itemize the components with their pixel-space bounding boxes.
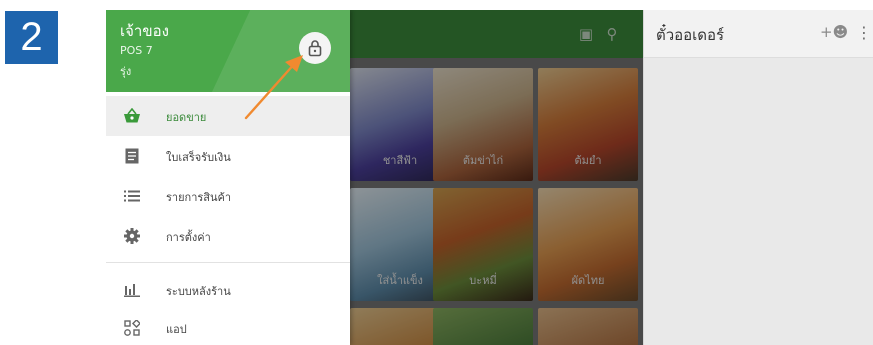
basket-icon bbox=[122, 106, 142, 126]
pos-name: POS 7 bbox=[120, 44, 153, 57]
navigation-drawer: เจ้าของ POS 7 รุ่ง ยอดขาย ใบเสร็จรับเงิน… bbox=[106, 10, 350, 345]
add-customer-icon[interactable]: +☻ bbox=[820, 23, 848, 41]
owner-name: เจ้าของ bbox=[120, 22, 169, 40]
menu-label: ใบเสร็จรับเงิน bbox=[166, 151, 231, 164]
menu-label: การตั้งค่า bbox=[166, 231, 211, 244]
list-icon bbox=[122, 186, 142, 206]
menu-item-receipts[interactable]: ใบเสร็จรับเงิน bbox=[106, 136, 350, 176]
bar-chart-icon bbox=[122, 280, 142, 300]
lock-button[interactable] bbox=[299, 32, 331, 64]
menu-item-sales[interactable]: ยอดขาย bbox=[106, 96, 350, 136]
order-header: ตั๋วออเดอร์ +☻ ⋮ bbox=[644, 10, 873, 58]
menu-label: รายการสินค้า bbox=[166, 191, 232, 204]
lock-icon bbox=[308, 40, 322, 57]
menu-label: แอป bbox=[166, 323, 187, 336]
app-window: ▣ ⚲ ชาสีฟ้า ต้มข่าไก่ ต้มยำ ใส่น้ำแข็ง บ… bbox=[106, 10, 873, 345]
menu-label: ยอดขาย bbox=[166, 111, 207, 124]
step-badge: 2 bbox=[5, 11, 58, 64]
more-vert-icon[interactable]: ⋮ bbox=[856, 23, 872, 42]
menu-item-items[interactable]: รายการสินค้า bbox=[106, 176, 350, 216]
menu-item-apps[interactable]: แอป bbox=[106, 308, 350, 345]
menu-divider bbox=[106, 262, 350, 263]
order-panel: ตั๋วออเดอร์ +☻ ⋮ bbox=[643, 10, 873, 345]
gear-icon bbox=[122, 226, 142, 246]
store-name: รุ่ง bbox=[120, 65, 132, 78]
drawer-header: เจ้าของ POS 7 รุ่ง bbox=[106, 10, 350, 92]
receipt-icon bbox=[122, 146, 142, 166]
tutorial-screenshot: 2 ▣ ⚲ ชาสีฟ้า ต้มข่าไก่ ต้มยำ ใส่น้ำแข็ง bbox=[0, 0, 873, 345]
menu-item-back-office[interactable]: ระบบหลังร้าน bbox=[106, 270, 350, 310]
apps-icon bbox=[122, 318, 142, 338]
menu-label: ระบบหลังร้าน bbox=[166, 285, 231, 298]
menu-item-settings[interactable]: การตั้งค่า bbox=[106, 216, 350, 256]
order-title: ตั๋วออเดอร์ bbox=[656, 26, 725, 44]
